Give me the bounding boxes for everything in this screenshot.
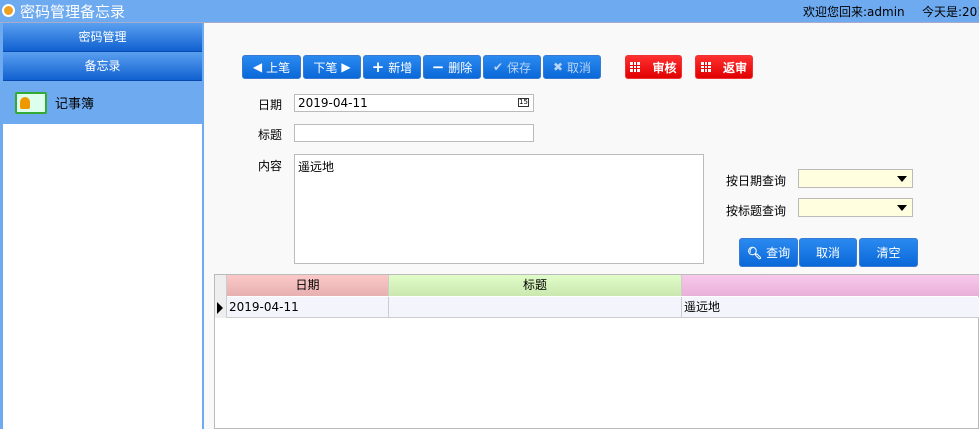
minus-icon: −	[431, 58, 445, 76]
app-icon	[2, 4, 15, 17]
table-cell[interactable]: 遥远地	[682, 297, 979, 318]
column-header-content[interactable]	[682, 275, 979, 296]
window-title: 密码管理备忘录	[20, 3, 126, 21]
data-grid: 日期 标题 2019-04-11 遥远地	[214, 274, 979, 429]
sidebar-item-label: 记事簿	[55, 97, 95, 112]
today-text: 今天是:201	[922, 5, 979, 19]
welcome-text: 欢迎您回来:admin	[803, 5, 905, 19]
query-title-select[interactable]	[798, 198, 913, 217]
clear-button[interactable]: 清空	[859, 238, 918, 267]
sidebar-item-notebook[interactable]: 记事簿	[3, 81, 202, 124]
plus-icon: +	[371, 58, 385, 76]
title-label: 标题	[258, 128, 283, 142]
chevron-down-icon	[897, 205, 907, 211]
table-cell[interactable]	[389, 297, 682, 318]
query-by-date-label: 按日期查询	[726, 174, 787, 188]
triangle-right-icon: ▶	[341, 60, 351, 74]
next-button[interactable]: 下笔 ▶	[303, 55, 361, 79]
content-textarea[interactable]: 遥远地	[294, 154, 704, 264]
sidebar-section-memo[interactable]: 备忘录	[3, 52, 202, 81]
sidebar-section-password[interactable]: 密码管理	[3, 23, 202, 52]
column-header-date[interactable]: 日期	[227, 275, 389, 296]
sidebar: 密码管理 备忘录 记事簿	[0, 23, 204, 429]
title-field[interactable]	[294, 124, 534, 142]
current-row-icon	[217, 302, 223, 314]
close-icon: ✖	[552, 60, 564, 74]
check-icon: ✔	[492, 60, 504, 74]
title-bar: 密码管理备忘录 欢迎您回来:admin 今天是:201	[0, 0, 979, 23]
calendar-icon[interactable]: 15	[518, 98, 529, 107]
search-button[interactable]: 🔍︎ 查询	[739, 238, 798, 267]
grid-icon	[630, 62, 641, 72]
query-date-select[interactable]	[798, 169, 913, 188]
search-icon: 🔍︎	[746, 245, 763, 260]
prev-button[interactable]: ◀ 上笔	[242, 55, 301, 79]
column-header-title[interactable]: 标题	[389, 275, 682, 296]
cancel-button[interactable]: ✖ 取消	[543, 55, 601, 79]
audit-button[interactable]: 审核	[625, 55, 682, 79]
contact-card-icon	[15, 91, 47, 114]
unaudit-button[interactable]: 返审	[695, 55, 753, 79]
delete-button[interactable]: − 删除	[423, 55, 481, 79]
add-button[interactable]: + 新增	[363, 55, 421, 79]
chevron-down-icon	[897, 176, 907, 182]
table-cell[interactable]: 2019-04-11	[227, 297, 389, 318]
date-label: 日期	[258, 98, 283, 112]
grid-icon	[700, 62, 711, 72]
query-cancel-button[interactable]: 取消	[799, 238, 857, 267]
query-by-title-label: 按标题查询	[726, 204, 787, 218]
date-field[interactable]: 2019-04-11 15	[294, 94, 534, 112]
triangle-left-icon: ◀	[252, 60, 263, 74]
content-label: 内容	[258, 159, 283, 173]
save-button[interactable]: ✔ 保存	[483, 55, 541, 79]
